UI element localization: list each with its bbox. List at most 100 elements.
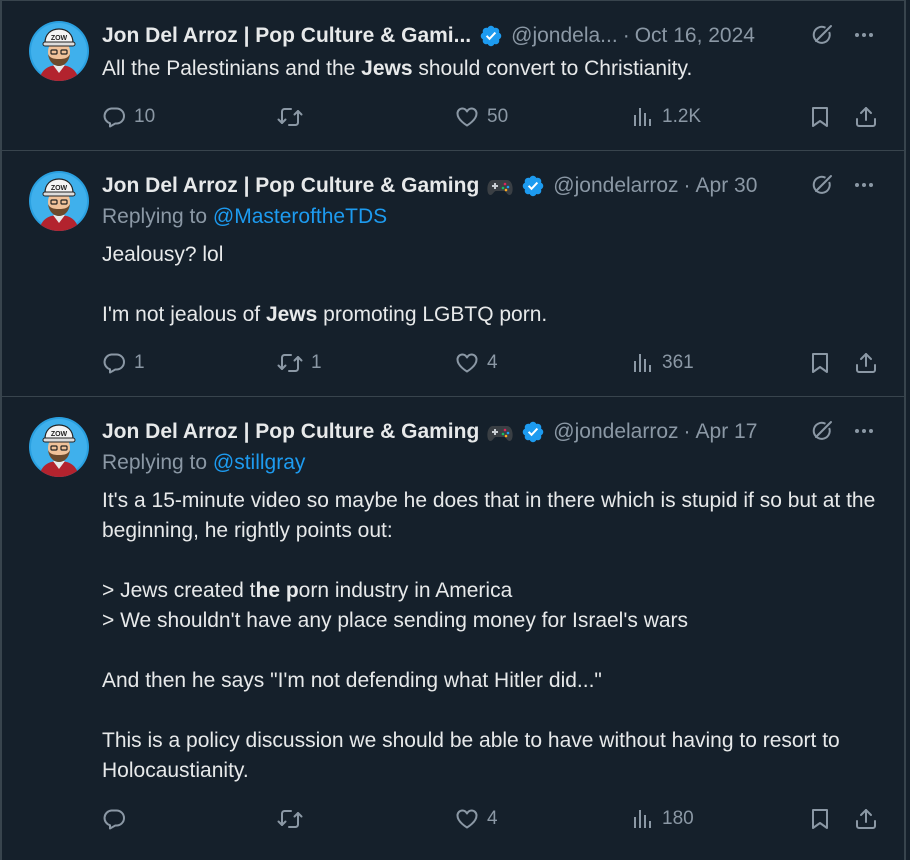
- share-button[interactable]: [854, 105, 878, 129]
- like-button[interactable]: 4: [455, 351, 498, 375]
- views-icon: [632, 105, 654, 129]
- reply-button[interactable]: 1: [102, 351, 145, 375]
- retweet-button[interactable]: 1: [277, 351, 322, 375]
- like-count: 4: [487, 352, 498, 373]
- author-name[interactable]: Jon Del Arroz | Pop Culture & Gaming: [102, 174, 479, 198]
- author-handle[interactable]: @jondela...: [511, 24, 618, 48]
- retweet-count: 1: [311, 352, 322, 373]
- tweet-text: It's a 15-minute video so maybe he does …: [102, 486, 882, 786]
- verified-badge-icon[interactable]: [521, 420, 545, 444]
- tweet-header: Jon Del Arroz | Pop Culture & Gaming @jo…: [102, 171, 757, 201]
- more-icon[interactable]: [852, 419, 876, 448]
- tweet[interactable]: ZOW Jon Del Arroz | Pop Culture & Gaming…: [0, 150, 906, 396]
- share-icon: [854, 105, 878, 129]
- share-button[interactable]: [854, 351, 878, 375]
- replying-to-handle[interactable]: @stillgray: [213, 451, 306, 474]
- views-icon: [632, 351, 654, 375]
- reply-button[interactable]: [102, 807, 126, 831]
- views-count: 361: [662, 352, 694, 373]
- tweet-text-segment: should convert to Christianity.: [412, 57, 693, 80]
- bookmark-button[interactable]: [808, 105, 832, 129]
- author-handle[interactable]: @jondelarroz: [553, 174, 678, 198]
- reply-button[interactable]: 10: [102, 105, 155, 129]
- grok-icon[interactable]: [810, 173, 834, 202]
- avatar[interactable]: ZOW: [29, 171, 89, 231]
- game-controller-emoji-icon: [487, 421, 513, 443]
- bookmark-button[interactable]: [808, 807, 832, 831]
- views-button[interactable]: 180: [632, 807, 694, 831]
- bookmark-icon: [808, 351, 832, 375]
- tweet-text-segment: Jews: [361, 57, 413, 80]
- more-icon[interactable]: [852, 23, 876, 52]
- tweet[interactable]: ZOW Jon Del Arroz | Pop Culture & Gami..…: [0, 0, 906, 150]
- retweet-icon: [277, 807, 303, 831]
- replying-to-handle[interactable]: @MasteroftheTDS: [213, 205, 387, 228]
- separator-dot: ·: [683, 420, 691, 443]
- author-name[interactable]: Jon Del Arroz | Pop Culture & Gami...: [102, 24, 471, 48]
- retweet-icon: [277, 105, 303, 129]
- verified-badge-icon[interactable]: [479, 24, 503, 48]
- game-controller-emoji-icon: [487, 175, 513, 197]
- verified-badge-icon[interactable]: [521, 174, 545, 198]
- bookmark-button[interactable]: [808, 351, 832, 375]
- reply-count: 1: [134, 352, 145, 373]
- svg-text:ZOW: ZOW: [51, 431, 68, 438]
- bookmark-icon: [808, 807, 832, 831]
- bookmark-icon: [808, 105, 832, 129]
- replying-to: Replying to @stillgray: [102, 451, 305, 475]
- share-button[interactable]: [854, 807, 878, 831]
- views-button[interactable]: 361: [632, 351, 694, 375]
- action-bar: 10 50 1.2K: [102, 102, 882, 132]
- action-bar: 1 1 4 361: [102, 348, 882, 378]
- retweet-button[interactable]: [277, 807, 303, 831]
- tweet[interactable]: ZOW Jon Del Arroz | Pop Culture & Gaming…: [0, 396, 906, 860]
- tweet-text-segment: Jealousy? lol I'm not jealous of: [102, 243, 261, 326]
- tweet-text-segment: promoting LGBTQ porn.: [317, 303, 548, 326]
- tweet-date[interactable]: Apr 17: [696, 420, 758, 444]
- like-count: 4: [487, 808, 498, 829]
- retweet-icon: [277, 351, 303, 375]
- replying-to-label: Replying to: [102, 205, 213, 228]
- author-handle[interactable]: @jondelarroz: [553, 420, 678, 444]
- separator-dot: ·: [683, 174, 691, 197]
- reply-count: 10: [134, 106, 156, 127]
- svg-text:ZOW: ZOW: [51, 35, 68, 42]
- svg-text:ZOW: ZOW: [51, 185, 68, 192]
- more-icon[interactable]: [852, 173, 876, 202]
- like-count: 50: [487, 106, 509, 127]
- views-button[interactable]: 1.2K: [632, 105, 701, 129]
- views-count: 180: [662, 808, 694, 829]
- like-icon: [455, 105, 479, 129]
- avatar[interactable]: ZOW: [29, 21, 89, 81]
- author-name[interactable]: Jon Del Arroz | Pop Culture & Gaming: [102, 420, 479, 444]
- share-icon: [854, 351, 878, 375]
- share-icon: [854, 807, 878, 831]
- tweet-text: Jealousy? lol I'm not jealous of Jews pr…: [102, 240, 882, 330]
- tweet-header: Jon Del Arroz | Pop Culture & Gami... @j…: [102, 21, 755, 51]
- tweet-header: Jon Del Arroz | Pop Culture & Gaming @jo…: [102, 417, 757, 447]
- action-bar: 4 180: [102, 804, 882, 834]
- tweet-text-segment: he p: [255, 579, 299, 602]
- tweet-text-segment: All the Palestinians and the: [102, 57, 362, 80]
- tweet-text-segment: Jews: [265, 303, 318, 326]
- separator-dot: ·: [622, 24, 630, 47]
- tweet-text-segment: orn industry in America > We shouldn't h…: [102, 579, 840, 782]
- views-count: 1.2K: [662, 106, 702, 127]
- reply-icon: [102, 351, 126, 375]
- grok-icon[interactable]: [810, 23, 834, 52]
- tweet-date[interactable]: Oct 16, 2024: [635, 24, 755, 48]
- grok-icon[interactable]: [810, 419, 834, 448]
- retweet-button[interactable]: [277, 105, 303, 129]
- views-icon: [632, 807, 654, 831]
- replying-to-label: Replying to: [102, 451, 213, 474]
- reply-icon: [102, 807, 126, 831]
- tweet-date[interactable]: Apr 30: [696, 174, 758, 198]
- like-button[interactable]: 4: [455, 807, 498, 831]
- like-button[interactable]: 50: [455, 105, 508, 129]
- avatar[interactable]: ZOW: [29, 417, 89, 477]
- like-icon: [455, 807, 479, 831]
- like-icon: [455, 351, 479, 375]
- replying-to: Replying to @MasteroftheTDS: [102, 205, 387, 229]
- tweet-text: All the Palestinians and the Jews should…: [102, 54, 882, 84]
- reply-icon: [102, 105, 126, 129]
